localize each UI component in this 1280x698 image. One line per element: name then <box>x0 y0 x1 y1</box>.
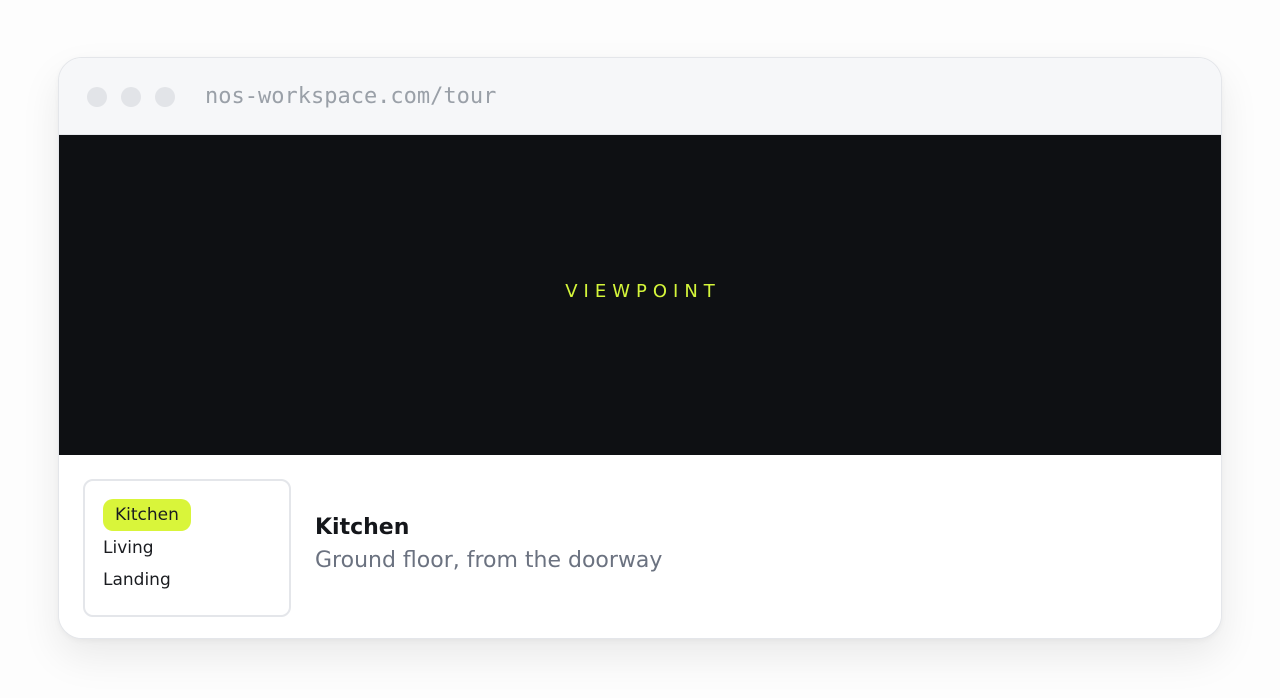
viewer-label: VIEWPOINT <box>565 281 721 302</box>
room-list: Kitchen Living Landing <box>83 479 291 617</box>
address-bar-url[interactable]: nos-workspace.com/tour <box>205 82 496 112</box>
window-close-dot[interactable] <box>87 87 107 107</box>
room-subtitle: Ground floor, from the doorway <box>315 548 663 573</box>
room-item-landing[interactable]: Landing <box>103 564 171 596</box>
tour-viewer[interactable]: VIEWPOINT <box>59 135 1221 455</box>
browser-titlebar: nos-workspace.com/tour <box>59 58 1221 135</box>
room-title: Kitchen <box>315 515 410 540</box>
browser-window: nos-workspace.com/tour VIEWPOINT Kitchen… <box>58 57 1222 639</box>
room-item-living[interactable]: Living <box>103 532 154 564</box>
window-minimize-dot[interactable] <box>121 87 141 107</box>
window-maximize-dot[interactable] <box>155 87 175 107</box>
room-item-kitchen[interactable]: Kitchen <box>103 499 191 531</box>
tour-footer: Kitchen Living Landing Kitchen Ground fl… <box>59 455 1221 638</box>
